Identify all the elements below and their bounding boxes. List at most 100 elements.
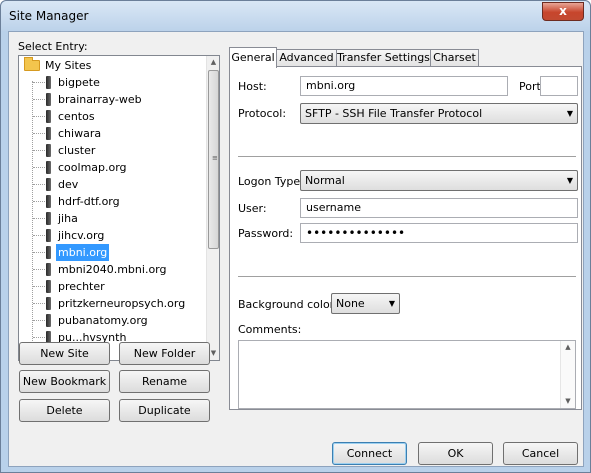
server-icon bbox=[46, 178, 51, 191]
server-icon bbox=[46, 127, 51, 140]
window-title: Site Manager bbox=[9, 9, 89, 23]
comments-textarea[interactable]: ▲ ▼ bbox=[238, 340, 576, 409]
user-label: User: bbox=[238, 202, 267, 215]
tree-site-item[interactable]: centos bbox=[19, 108, 206, 125]
separator bbox=[238, 276, 576, 278]
server-icon bbox=[46, 195, 51, 208]
background-color-label: Background color: bbox=[238, 298, 338, 311]
tree-site-item[interactable]: pubanatomy.org bbox=[19, 312, 206, 329]
scroll-thumb[interactable]: ≡ bbox=[208, 70, 219, 249]
server-icon bbox=[46, 212, 51, 225]
host-input[interactable]: mbni.org bbox=[300, 76, 508, 96]
connect-button[interactable]: Connect bbox=[332, 442, 407, 465]
protocol-select[interactable]: SFTP - SSH File Transfer Protocol ▼ bbox=[300, 103, 578, 124]
tree-site-item[interactable]: hdrf-dtf.org bbox=[19, 193, 206, 210]
logon-type-label: Logon Type: bbox=[238, 175, 304, 188]
tree-root-label: My Sites bbox=[45, 59, 92, 72]
grip-icon: ≡ bbox=[212, 154, 218, 162]
new-folder-button[interactable]: New Folder bbox=[119, 342, 210, 365]
tree-connector-line bbox=[33, 99, 45, 100]
tree-site-label: cluster bbox=[58, 144, 96, 157]
tree-site-item[interactable]: cluster bbox=[19, 142, 206, 159]
duplicate-button[interactable]: Duplicate bbox=[119, 399, 210, 422]
tree-connector-line bbox=[33, 320, 45, 321]
scroll-up-icon[interactable]: ▲ bbox=[207, 56, 219, 69]
tree-site-item[interactable]: brainarray-web bbox=[19, 91, 206, 108]
general-tab-panel: Host: mbni.org Port: Protocol: SFTP - SS… bbox=[229, 66, 582, 410]
tree-connector-line bbox=[33, 337, 45, 338]
tree-site-label: coolmap.org bbox=[58, 161, 127, 174]
protocol-label: Protocol: bbox=[238, 107, 287, 120]
tab-advanced[interactable]: Advanced bbox=[276, 49, 337, 67]
tree-site-item[interactable]: jiha bbox=[19, 210, 206, 227]
password-input[interactable]: •••••••••••••• bbox=[300, 223, 578, 243]
tab-transfer-settings[interactable]: Transfer Settings bbox=[336, 49, 431, 67]
tab-charset[interactable]: Charset bbox=[430, 49, 479, 67]
tree-connector-line bbox=[33, 286, 45, 287]
port-input[interactable] bbox=[540, 76, 578, 96]
scroll-down-icon[interactable]: ▼ bbox=[561, 395, 575, 408]
user-input[interactable]: username bbox=[300, 198, 578, 218]
tree-site-item[interactable]: mbni.org bbox=[19, 244, 206, 261]
tree-connector-line bbox=[33, 252, 45, 253]
separator bbox=[238, 156, 576, 158]
tree-connector-line bbox=[33, 235, 45, 236]
tree-site-item[interactable]: chiwara bbox=[19, 125, 206, 142]
server-icon bbox=[46, 161, 51, 174]
tree-site-label: dev bbox=[58, 178, 79, 191]
tree-scrollbar[interactable]: ▲ ≡ ▼ bbox=[206, 56, 219, 360]
select-entry-label: Select Entry: bbox=[18, 40, 88, 53]
cancel-button[interactable]: Cancel bbox=[503, 442, 578, 465]
new-site-button[interactable]: New Site bbox=[19, 342, 110, 365]
server-icon bbox=[46, 246, 51, 259]
tree-connector-line bbox=[33, 133, 45, 134]
tree-site-label: mbni.org bbox=[56, 244, 110, 261]
tree-site-item[interactable]: jihcv.org bbox=[19, 227, 206, 244]
server-icon bbox=[46, 76, 51, 89]
tree-connector-line bbox=[33, 184, 45, 185]
tree-site-label: centos bbox=[58, 110, 95, 123]
tree-site-label: mbni2040.mbni.org bbox=[58, 263, 167, 276]
server-icon bbox=[46, 144, 51, 157]
scroll-up-icon[interactable]: ▲ bbox=[561, 341, 575, 354]
tree-site-label: hdrf-dtf.org bbox=[58, 195, 120, 208]
tree-site-item[interactable]: mbni2040.mbni.org bbox=[19, 261, 206, 278]
chevron-down-icon: ▼ bbox=[388, 299, 395, 308]
server-icon bbox=[46, 229, 51, 242]
tree-site-item[interactable]: prechter bbox=[19, 278, 206, 295]
server-icon bbox=[46, 280, 51, 293]
tree-site-item[interactable]: dev bbox=[19, 176, 206, 193]
ok-button[interactable]: OK bbox=[418, 442, 493, 465]
tree-site-item[interactable]: pritzkerneuropsych.org bbox=[19, 295, 206, 312]
delete-button[interactable]: Delete bbox=[19, 399, 110, 422]
tree-site-label: jihcv.org bbox=[58, 229, 105, 242]
tree-connector-line bbox=[33, 269, 45, 270]
rename-button[interactable]: Rename bbox=[119, 370, 210, 393]
tree-site-label: prechter bbox=[58, 280, 105, 293]
tree-site-item[interactable]: bigpete bbox=[19, 74, 206, 91]
background-color-select[interactable]: None ▼ bbox=[331, 293, 400, 314]
background-color-value: None bbox=[336, 297, 365, 310]
tree-connector-line bbox=[33, 116, 45, 117]
tree-site-label: bigpete bbox=[58, 76, 100, 89]
close-button[interactable]: x bbox=[542, 2, 584, 21]
tree-root-my-sites[interactable]: My Sites bbox=[19, 57, 206, 74]
site-tree[interactable]: My Sites bigpete brainarray-web centos chiw… bbox=[18, 55, 220, 361]
logon-type-value: Normal bbox=[305, 174, 345, 187]
tree-connector-line bbox=[33, 303, 45, 304]
password-label: Password: bbox=[238, 227, 294, 240]
dialog-client-area: Select Entry: My Sites bigpete brainarray… bbox=[8, 31, 584, 467]
tree-site-label: jiha bbox=[58, 212, 78, 225]
tree-site-item[interactable]: coolmap.org bbox=[19, 159, 206, 176]
tree-site-label: chiwara bbox=[58, 127, 102, 140]
comments-scrollbar[interactable]: ▲ ▼ bbox=[560, 341, 575, 408]
title-bar[interactable]: Site Manager x bbox=[1, 1, 590, 31]
server-icon bbox=[46, 93, 51, 106]
logon-type-select[interactable]: Normal ▼ bbox=[300, 170, 578, 191]
chevron-down-icon: ▼ bbox=[566, 176, 573, 185]
server-icon bbox=[46, 297, 51, 310]
tab-general[interactable]: General bbox=[229, 47, 277, 68]
new-bookmark-button[interactable]: New Bookmark bbox=[19, 370, 110, 393]
site-manager-window: Site Manager x Select Entry: My Sites bi… bbox=[0, 0, 591, 473]
host-label: Host: bbox=[238, 80, 267, 93]
